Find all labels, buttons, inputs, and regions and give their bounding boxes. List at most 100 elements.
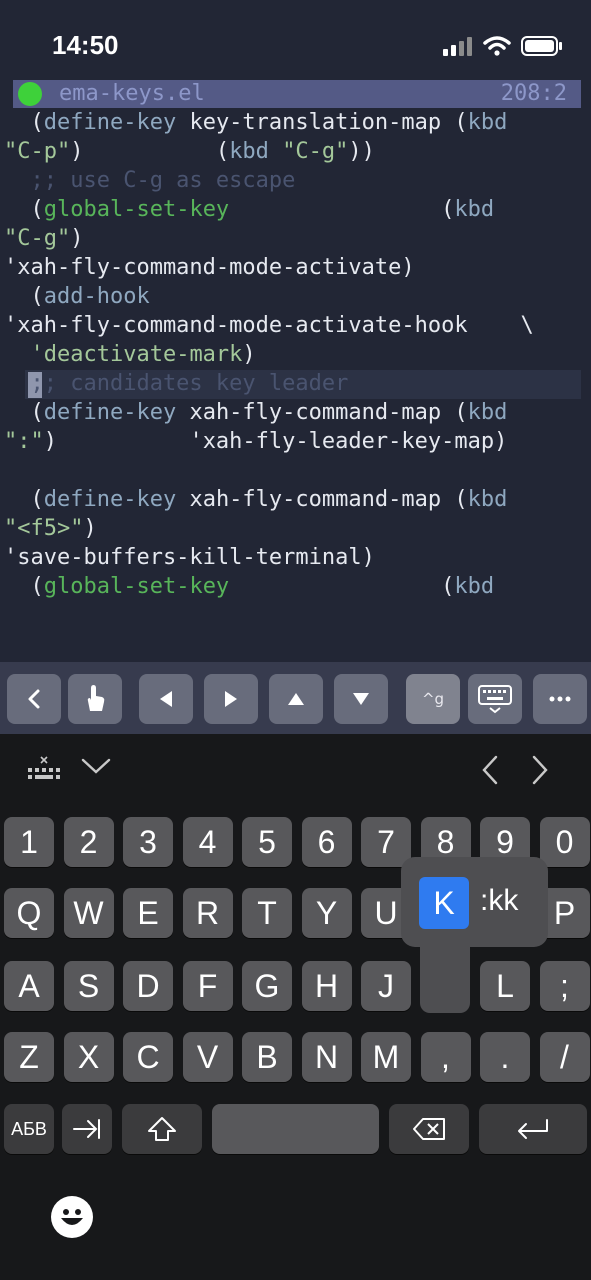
key-row3-9[interactable]: /: [539, 1032, 590, 1082]
modeline: ema-keys.el 208:2: [13, 80, 581, 108]
backspace-icon: [413, 1118, 445, 1140]
touch-mode-button[interactable]: [68, 674, 122, 724]
touch-icon: [87, 685, 105, 711]
code-token: ) (: [70, 139, 230, 164]
layout-switch-key[interactable]: АБВ: [4, 1104, 54, 1154]
battery-icon: [521, 36, 562, 56]
code-line: (define-key key-translation-map (kbd: [4, 108, 507, 137]
emoji-icon: [51, 1196, 93, 1238]
key-row2-3[interactable]: F: [182, 961, 233, 1011]
key-numbers-3[interactable]: 4: [182, 817, 233, 867]
code-line: 'deactivate-mark): [4, 340, 256, 369]
terminal[interactable]: ema-keys.el 208:2 (define-key key-transl…: [0, 80, 591, 662]
code-token: )): [348, 139, 375, 164]
key-row3-1[interactable]: X: [63, 1032, 114, 1082]
key-row3-8[interactable]: .: [480, 1032, 530, 1082]
return-key[interactable]: [479, 1104, 587, 1154]
key-row1-0[interactable]: Q: [4, 888, 54, 938]
right-arrow-button[interactable]: [204, 674, 258, 724]
code-token: xah-fly-command-map (: [176, 400, 468, 425]
code-token: ":": [4, 429, 44, 454]
code-token: kbd: [467, 487, 508, 512]
key-row2-5[interactable]: H: [301, 961, 352, 1011]
down-arrow-button[interactable]: [334, 674, 388, 724]
key-numbers-4[interactable]: 5: [242, 817, 292, 867]
code-token: key-translation-map (: [176, 110, 468, 135]
code-line: ;; use C-g as escape: [4, 166, 295, 195]
back-button[interactable]: [7, 674, 61, 724]
key-row3-6[interactable]: M: [361, 1032, 411, 1082]
key-numbers-5[interactable]: 6: [301, 817, 352, 867]
code-token: kbd: [467, 110, 508, 135]
key-row2-6[interactable]: J: [361, 961, 411, 1011]
modeline-position: 208:2: [500, 81, 567, 106]
code-token: "C-g": [282, 139, 349, 164]
key-numbers-2[interactable]: 3: [123, 817, 173, 867]
code-token: define-key: [43, 110, 177, 135]
chevron-down-icon: [81, 758, 111, 774]
code-line: "<f5>"): [4, 514, 97, 543]
tab-icon: [73, 1119, 100, 1139]
key-row1-5[interactable]: Y: [301, 888, 352, 938]
shift-icon: [148, 1117, 176, 1141]
space-key[interactable]: [212, 1104, 379, 1154]
collapse-button[interactable]: [80, 756, 112, 780]
key-numbers-0[interactable]: 1: [4, 817, 54, 867]
prev-button[interactable]: [480, 754, 500, 790]
code-token: (: [4, 197, 44, 222]
keyboard-top-bar: [0, 734, 591, 804]
key-row2-1[interactable]: S: [63, 961, 114, 1011]
code-line: (global-set-key (kbd: [4, 572, 494, 601]
key-row1-4[interactable]: T: [242, 888, 292, 938]
popup-selected-key[interactable]: K: [419, 877, 469, 929]
tab-key[interactable]: [62, 1104, 112, 1154]
key-numbers-1[interactable]: 2: [63, 817, 114, 867]
key-row3-4[interactable]: B: [242, 1032, 292, 1082]
code-line: (global-set-key (kbd: [4, 195, 494, 224]
code-token: ): [83, 516, 97, 541]
key-numbers-9[interactable]: 0: [539, 817, 590, 867]
key-row3-0[interactable]: Z: [4, 1032, 54, 1082]
code-token: kbd: [467, 400, 508, 425]
code-line: "C-p") (kbd "C-g")): [4, 137, 375, 166]
modeline-filename: ema-keys.el: [59, 81, 205, 106]
next-button[interactable]: [530, 754, 550, 790]
code-token: 'xah-fly-command-mode-activate): [4, 255, 415, 280]
key-row1-1[interactable]: W: [63, 888, 114, 938]
dismiss-keyboard-button[interactable]: [24, 752, 64, 788]
return-icon: [518, 1119, 548, 1139]
code-token: define-key: [43, 400, 177, 425]
key-row1-2[interactable]: E: [123, 888, 173, 938]
code-token: kbd: [229, 139, 269, 164]
left-arrow-button[interactable]: [139, 674, 193, 724]
up-arrow-button[interactable]: [269, 674, 323, 724]
key-row1-3[interactable]: R: [182, 888, 233, 938]
emoji-button[interactable]: [51, 1196, 93, 1238]
modified-indicator-icon: [18, 82, 42, 106]
back-icon: [28, 689, 40, 709]
key-row3-2[interactable]: C: [123, 1032, 173, 1082]
popup-alternative-key[interactable]: :kk: [480, 884, 518, 918]
backspace-key[interactable]: [389, 1104, 469, 1154]
key-row3-7[interactable]: ,: [420, 1032, 471, 1082]
shift-key[interactable]: [122, 1104, 202, 1154]
key-row2-4[interactable]: G: [242, 961, 292, 1011]
ctrl-g-button[interactable]: ^g: [406, 674, 460, 724]
key-row2-0[interactable]: A: [4, 961, 54, 1011]
key-row2-8[interactable]: L: [480, 961, 530, 1011]
key-row2-2[interactable]: D: [123, 961, 173, 1011]
ctrl-g-icon: ^g: [421, 690, 445, 708]
key-row2-9[interactable]: ;: [539, 961, 590, 1011]
key-row3-5[interactable]: N: [301, 1032, 352, 1082]
code-token: 'save-buffers-kill-terminal): [4, 545, 375, 570]
accessory-toolbar: ^g: [0, 662, 591, 734]
key-numbers-6[interactable]: 7: [361, 817, 411, 867]
hide-keyboard-button[interactable]: [468, 674, 522, 724]
more-button[interactable]: [533, 674, 587, 724]
signal-icon: [443, 37, 472, 56]
code-line: (define-key xah-fly-command-map (kbd: [4, 398, 507, 427]
code-token: kbd: [454, 574, 495, 599]
key-row3-3[interactable]: V: [182, 1032, 233, 1082]
